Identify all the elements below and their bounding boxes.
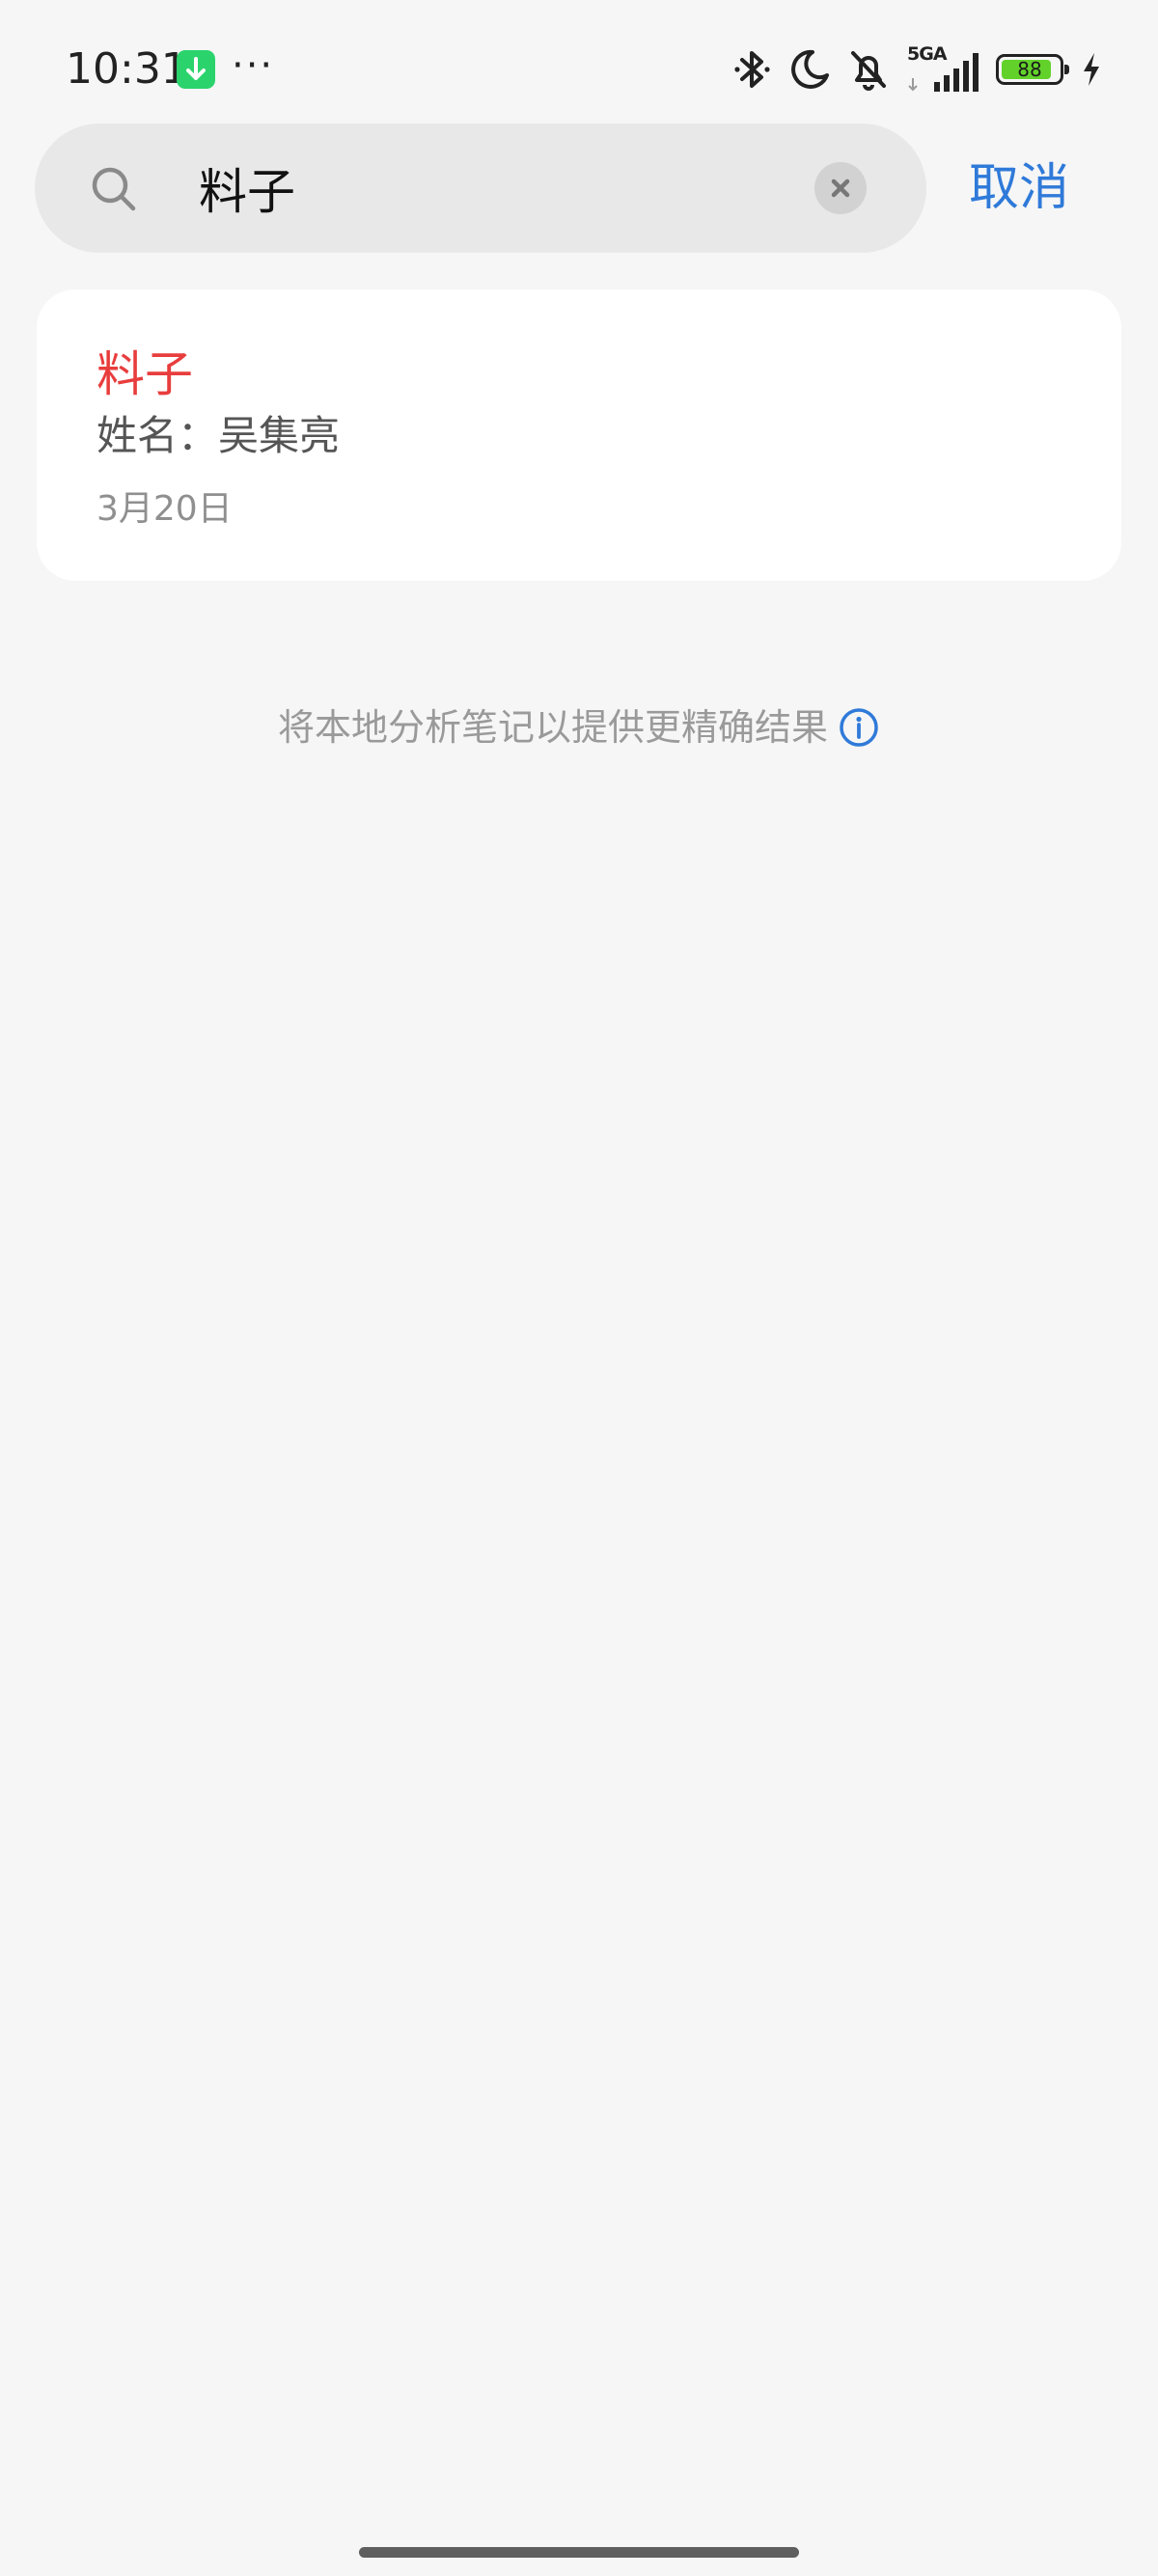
search-result-card[interactable]: 料子 姓名：吴集亮 3月20日 (37, 289, 1121, 581)
status-bar: 10:31 ··· 5GA 88 (0, 0, 1158, 125)
result-date: 3月20日 (96, 489, 233, 529)
cancel-button[interactable]: 取消 (969, 152, 1069, 224)
hint-text: 将本地分析笔记以提供更精确结果 (277, 706, 828, 749)
signal-bars-icon (908, 53, 979, 92)
do-not-disturb-moon-icon (791, 49, 829, 89)
more-dots-icon: ··· (232, 43, 275, 88)
search-icon (92, 167, 136, 211)
status-icons: 5GA 88 (733, 42, 1102, 96)
battery-icon: 88 (996, 54, 1069, 85)
result-snippet: 姓名：吴集亮 (96, 412, 341, 459)
silent-bell-icon (851, 51, 886, 91)
home-indicator[interactable] (359, 2547, 799, 2558)
analysis-hint: 将本地分析笔记以提供更精确结果 (0, 699, 1158, 756)
info-icon[interactable] (838, 706, 880, 749)
search-input[interactable] (164, 149, 855, 228)
result-title: 料子 (96, 346, 193, 402)
battery-level: 88 (1017, 58, 1042, 81)
cellular-signal: 5GA (907, 43, 979, 94)
status-time: 10:31 (66, 44, 188, 94)
search-box[interactable] (35, 123, 926, 253)
bluetooth-icon (734, 51, 770, 88)
clear-search-button[interactable] (814, 162, 867, 214)
download-app-icon (177, 50, 215, 89)
charging-bolt-icon (1084, 53, 1099, 86)
clear-icon (831, 178, 850, 198)
